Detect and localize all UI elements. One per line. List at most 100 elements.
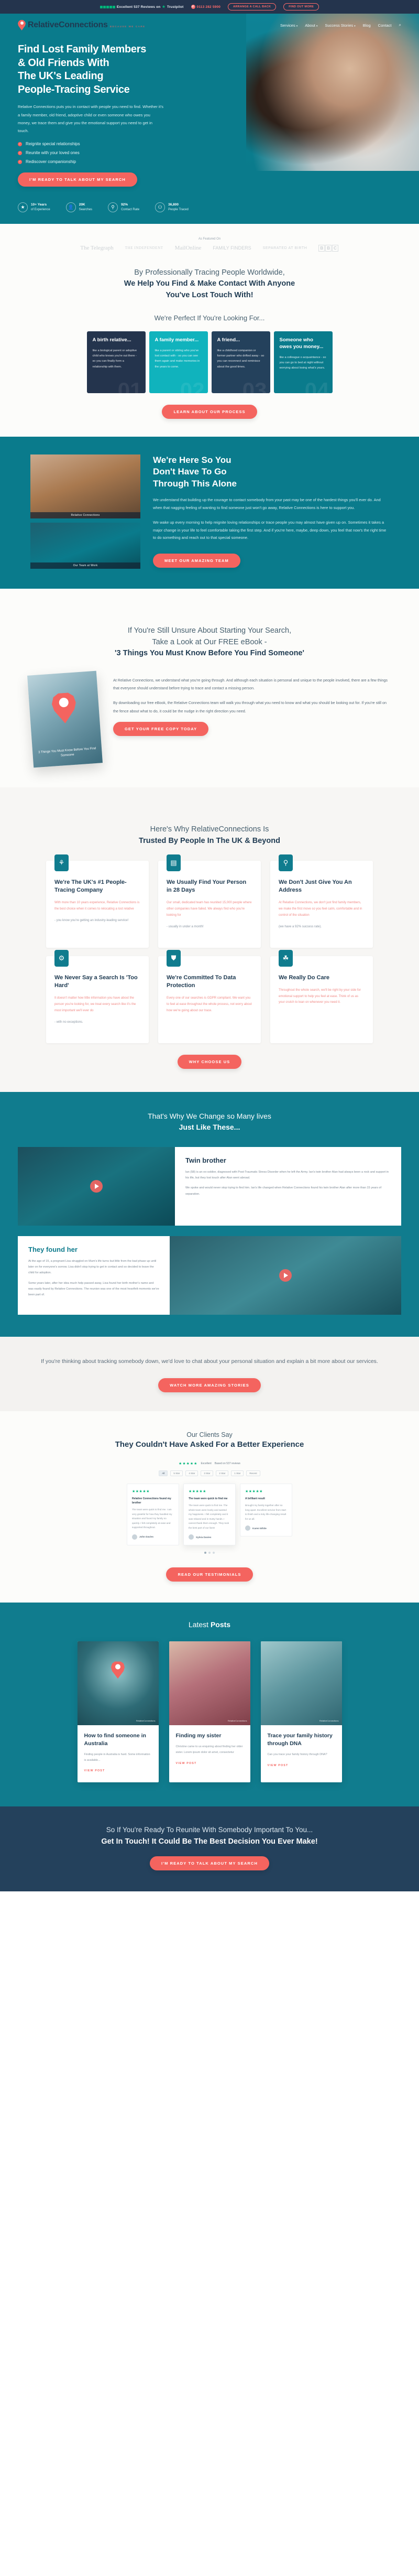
learn-about-process-button[interactable]: LEARN ABOUT OUR PROCESS [162, 404, 257, 419]
tab-5-star[interactable]: 5 Star [170, 1470, 183, 1477]
ebook-paragraph-2: By downloading our free eBook, the Relat… [113, 700, 387, 713]
map-pin-icon [111, 1661, 125, 1679]
final-cta-button[interactable]: I'M READY TO TALK ABOUT MY SEARCH [150, 1856, 269, 1871]
post-excerpt: Christine came to us enquiring about fin… [175, 1745, 243, 1754]
play-icon[interactable] [279, 1269, 292, 1282]
tab-1-star[interactable]: 1 Star [231, 1470, 244, 1477]
list-item: ✓ Reignite special relationships [18, 142, 80, 147]
review-body: The team were quick to find me. I am ver… [132, 1508, 172, 1529]
story-card-1: Twin brother Ian (58) is an ex-soldier, … [175, 1147, 401, 1226]
post-card[interactable]: RelativeConnections Trace your family hi… [260, 1641, 342, 1783]
post-watermark: RelativeConnections [319, 1719, 339, 1723]
nav-item-services[interactable]: Services ▾ [280, 23, 297, 28]
hero-paragraph: Relative Connections puts you in contact… [18, 104, 163, 133]
press-logo-telegraph: The Telegraph [80, 245, 114, 252]
tab-2-star[interactable]: 2 Star [216, 1470, 229, 1477]
hero-cta-button[interactable]: I'M READY TO TALK ABOUT MY SEARCH [18, 172, 137, 187]
chevron-down-icon: ▾ [316, 24, 318, 28]
why-card-we-care: ☘ We Really Do Care Throughout the whole… [270, 949, 373, 1043]
trustpilot-star-icon: ★ [162, 5, 166, 9]
logo[interactable]: RelativeConnections BECAUSE WE CARE [18, 20, 146, 30]
family-tree-icon: ⚘ [54, 854, 69, 871]
watch-more-stories-button[interactable]: WATCH MORE AMAZING STORIES [158, 1378, 261, 1393]
tab-3-star[interactable]: 3 Star [201, 1470, 214, 1477]
why-section: Here's Why RelativeConnections Is Truste… [0, 787, 419, 1092]
post-watermark: RelativeConnections [136, 1719, 156, 1723]
story-title: Twin brother [185, 1156, 226, 1165]
press-logo-mailonline: MailOnline [174, 245, 202, 252]
support-heading: We're Here So You Don't Have To Go Throu… [153, 454, 237, 489]
main-navbar: RelativeConnections BECAUSE WE CARE Serv… [0, 14, 419, 33]
ebook-paragraph-1: At Relative Connections, we understand w… [113, 678, 388, 691]
read-testimonials-button[interactable]: READ OUR TESTIMONIALS [166, 1567, 253, 1582]
view-post-link[interactable]: VIEW POST [176, 1762, 197, 1765]
logo-tagline: BECAUSE WE CARE [110, 25, 146, 28]
tab-all[interactable]: All [159, 1470, 168, 1477]
story-title: They found her [28, 1246, 78, 1254]
testimonial-video-2[interactable]: Our Team at Work [30, 522, 140, 569]
tab-4-star[interactable]: 4 Star [185, 1470, 199, 1477]
card-family-member[interactable]: A family member... like a parent or sibl… [149, 331, 208, 393]
story-video-1[interactable] [18, 1147, 175, 1226]
stat-contact-rate: ⚲ 92% Contact Rate [108, 202, 139, 213]
gear-icon: ⚙ [54, 949, 69, 967]
press-logos: The Telegraph THE INDEPENDENT MailOnline… [0, 245, 419, 252]
arrange-callback-button[interactable]: ARRANGE A CALL BACK [228, 3, 277, 10]
meet-team-button[interactable]: MEET OUR AMAZING TEAM [153, 554, 240, 568]
star-rating-icon: ★★★★★ [132, 1490, 150, 1494]
testimonial-video-1[interactable]: Relative Connections [30, 454, 140, 518]
check-icon: ✓ [18, 150, 22, 155]
video-caption: Relative Connections [30, 512, 140, 518]
post-card[interactable]: RelativeConnections Finding my sister Ch… [169, 1641, 250, 1783]
support-text: We're Here So You Don't Have To Go Throu… [153, 454, 389, 569]
nav-item-blog[interactable]: Blog [363, 23, 371, 28]
reviews-widget: ★★★★★ Excellent Based on 537 reviews All… [123, 1462, 296, 1554]
post-card[interactable]: RelativeConnections How to find someone … [77, 1641, 159, 1783]
story-1: Twin brother Ian (58) is an ex-soldier, … [0, 1147, 419, 1226]
ebook-cover: 3 Things You Must Know Before You Find S… [27, 670, 103, 768]
post-thumbnail: RelativeConnections [169, 1641, 250, 1726]
story-paragraph: Ian (58) is an ex-soldier, diagnosed wit… [185, 1171, 389, 1180]
ebook-heading: If You're Still Unsure About Starting Yo… [115, 626, 304, 658]
post-excerpt: Can you trace your family history throug… [267, 1752, 327, 1756]
stories-footer: If you're thinking about tracking somebo… [0, 1337, 419, 1412]
story-video-2[interactable] [170, 1236, 401, 1315]
story-paragraph: We spoke and would never stop trying to … [185, 1186, 382, 1196]
nav-item-success-stories[interactable]: Success Stories ▾ [325, 23, 355, 28]
nav-item-about[interactable]: About ▾ [305, 23, 317, 28]
post-thumbnail: RelativeConnections [260, 1641, 342, 1726]
support-paragraph-2: We wake up every morning to help reignit… [153, 519, 387, 540]
trustpilot-reviews[interactable]: Excellent 537 Reviews on ★ Trustpilot [100, 5, 184, 9]
reviews-rating-label: Excellent [201, 1462, 212, 1466]
search-icon[interactable]: ⌕ [399, 23, 401, 28]
card-friend[interactable]: A friend... like a childhood companion o… [211, 331, 270, 393]
avatar [245, 1525, 250, 1531]
star-icon: ★ [18, 202, 28, 213]
card-birth-relative[interactable]: A birth relative... like a biological pa… [86, 331, 146, 393]
reviews-count-label: Based on 537 reviews [214, 1462, 240, 1466]
card-number: 01 [117, 377, 142, 393]
find-out-more-button[interactable]: FIND OUT MORE [283, 3, 319, 10]
phone-number: 0113 282 5900 [196, 5, 221, 9]
story-paragraph: At the age of 15, a pregnant Lisa strugg… [28, 1260, 157, 1275]
check-icon: ✓ [18, 159, 22, 164]
people-icon: 👤 [65, 202, 76, 213]
reviews-pagination[interactable] [123, 1552, 296, 1554]
nav-item-contact[interactable]: Contact [378, 23, 392, 28]
phone-link[interactable]: ✆ 0113 282 5900 [191, 5, 221, 9]
tab-recent[interactable]: Recent [246, 1470, 260, 1477]
review-title: Relative Connections found my brother [132, 1497, 171, 1505]
nav-links: Services ▾ About ▾ Success Stories ▾ Blog C… [280, 23, 401, 28]
view-post-link[interactable]: VIEW POST [268, 1764, 289, 1767]
why-card-data-protection: ⛊ We're Committed To Data Protection Eve… [158, 949, 261, 1043]
view-post-link[interactable]: VIEW POST [84, 1769, 105, 1772]
page-title: Find Lost Family Members & Old Friends W… [18, 44, 147, 95]
card-owes-money[interactable]: Someone who owes you money... like a col… [273, 331, 333, 393]
review-cards: ★★★★★ Relative Connections found my brot… [123, 1484, 296, 1546]
support-media: Relative Connections Our Team at Work [30, 454, 140, 569]
review-card: ★★★★★ Relative Connections found my brot… [127, 1484, 179, 1545]
get-free-copy-button[interactable]: GET YOUR FREE COPY TODAY [113, 721, 209, 736]
play-icon[interactable] [90, 1180, 103, 1193]
intro-heading: By Professionally Tracing People Worldwi… [124, 268, 295, 300]
why-choose-us-button[interactable]: WHY CHOOSE US [177, 1054, 242, 1069]
